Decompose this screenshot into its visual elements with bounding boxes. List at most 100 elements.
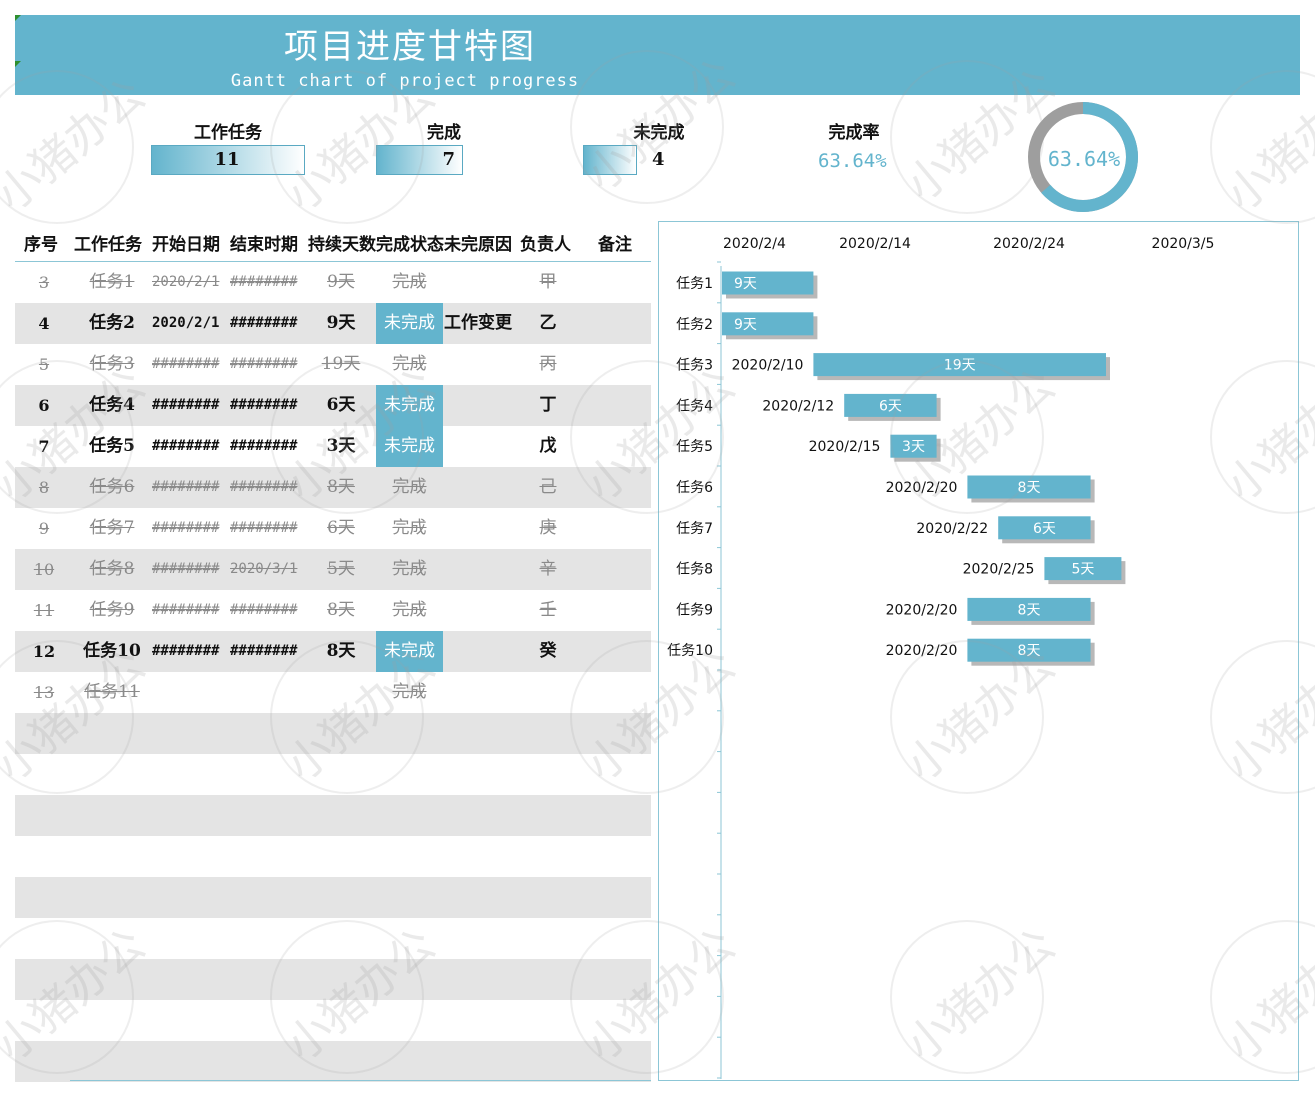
cell-no: 12 [32, 642, 56, 661]
y-category-label: 任务2 [676, 317, 713, 333]
cell-task: 任务5 [89, 436, 135, 456]
cell-start: ######## [152, 397, 220, 413]
cell-task: 任务1 [89, 272, 135, 292]
gantt-bar-label: 9天 [734, 317, 757, 333]
cell-no: 3 [38, 273, 50, 292]
y-category-label: 任务10 [667, 643, 713, 659]
table-row-empty [15, 795, 651, 836]
y-category-label: 任务5 [676, 439, 713, 455]
cell-start: ######## [152, 602, 220, 618]
cell-reason [444, 549, 514, 590]
cell-reason [444, 590, 514, 631]
cell-status: 完成 [392, 559, 427, 579]
cell-reason [444, 385, 514, 426]
cell-task: 任务11 [84, 682, 140, 702]
col-header-note: 备注 [598, 235, 632, 255]
gantt-bar-label: 5天 [1071, 562, 1094, 578]
table-row-empty [15, 1041, 651, 1082]
cell-days: 8天 [326, 641, 356, 661]
cell-no: 5 [38, 355, 50, 374]
gantt-chart: 2020/2/4 2020/2/14 2020/2/24 2020/3/5任务1 9天任… [667, 236, 1214, 1079]
cell-status: 完成 [392, 600, 427, 620]
cell-reason [444, 672, 514, 713]
cell-reason [444, 467, 514, 508]
x-tick-label: 2020/2/24 [993, 236, 1065, 252]
cell-start: ######## [152, 520, 220, 536]
cell-end [230, 672, 308, 713]
gantt-bar-label: 8天 [1018, 602, 1041, 618]
rate-value: 63.64% [818, 150, 887, 172]
gantt-bar-label: 8天 [1018, 480, 1041, 496]
table-row-empty [15, 959, 651, 1000]
cell-status: 未完成 [376, 426, 443, 467]
done-label: 完成 [427, 123, 461, 143]
banner-corner-mark [15, 15, 21, 21]
cell-owner: 庚 [539, 518, 557, 538]
gantt-start-label: 2020/2/22 [916, 521, 988, 537]
gantt-start-label: 2020/2/20 [886, 480, 958, 496]
table-bottom-line [70, 1080, 651, 1081]
cell-no: 8 [38, 478, 50, 497]
cell-end: ######## [230, 520, 298, 536]
cell-owner: 己 [539, 477, 557, 497]
table-row-empty [15, 877, 651, 918]
rate-label: 完成率 [828, 123, 880, 143]
y-category-label: 任务7 [676, 521, 713, 537]
gantt-bar-label: 19天 [944, 358, 976, 374]
title-banner: 项目进度甘特图 Gantt chart of project progress [15, 15, 1300, 95]
gantt-bar-label: 6天 [879, 398, 902, 414]
cell-task: 任务7 [89, 518, 135, 538]
cell-note [590, 631, 646, 672]
cell-task: 任务4 [89, 395, 135, 415]
page-title: 项目进度甘特图 [284, 27, 536, 67]
gantt-bar-label: 9天 [734, 276, 757, 292]
cell-task: 任务10 [83, 641, 141, 661]
cell-note [590, 385, 646, 426]
cell-task: 任务3 [89, 354, 135, 374]
cell-owner [518, 672, 578, 713]
y-category-label: 任务3 [676, 358, 713, 374]
cell-days: 3天 [326, 436, 356, 456]
cell-end: ######## [230, 643, 298, 659]
cell-days: 8天 [327, 477, 355, 497]
cell-end: ######## [230, 438, 298, 454]
col-header-no: 序号 [24, 235, 58, 255]
cell-no: 13 [33, 683, 55, 702]
cell-owner: 甲 [539, 272, 557, 292]
cell-end: ######## [230, 356, 298, 372]
cell-note [590, 303, 646, 344]
table-row-empty [15, 918, 651, 959]
cell-reason [444, 426, 514, 467]
cell-no: 6 [38, 396, 50, 415]
cell-task: 任务6 [89, 477, 135, 497]
cell-owner: 乙 [539, 313, 557, 333]
cell-reason: 工作变更 [444, 313, 512, 333]
col-header-reason: 未完原因 [444, 235, 512, 255]
gantt-bar-label: 8天 [1018, 643, 1041, 659]
cell-start: 2020/2/1 [152, 274, 220, 290]
donut-center-text: 63.64% [1048, 147, 1120, 171]
cell-days: 5天 [327, 559, 355, 579]
cell-status: 完成 [392, 518, 427, 538]
cell-owner: 戊 [539, 436, 557, 456]
cell-days: 8天 [327, 600, 355, 620]
completion-donut: 63.64% [1028, 102, 1138, 212]
cell-reason [444, 262, 514, 303]
cell-start: 2020/2/1 [152, 315, 220, 331]
cell-note [590, 590, 646, 631]
cell-status: 完成 [392, 682, 427, 702]
cell-note [590, 672, 646, 713]
y-category-label: 任务4 [676, 398, 713, 414]
cell-owner: 癸 [539, 641, 557, 661]
cell-status: 完成 [392, 477, 427, 497]
cell-days: 9天 [326, 313, 356, 333]
cell-note [590, 467, 646, 508]
cell-no: 4 [38, 314, 50, 333]
banner-corner-mark [15, 61, 21, 67]
cell-no: 7 [38, 437, 50, 456]
cell-days: 9天 [327, 272, 355, 292]
cell-owner: 丙 [539, 354, 557, 374]
y-category-label: 任务8 [676, 562, 713, 578]
cell-task: 任务8 [89, 559, 135, 579]
cell-note [590, 344, 646, 385]
